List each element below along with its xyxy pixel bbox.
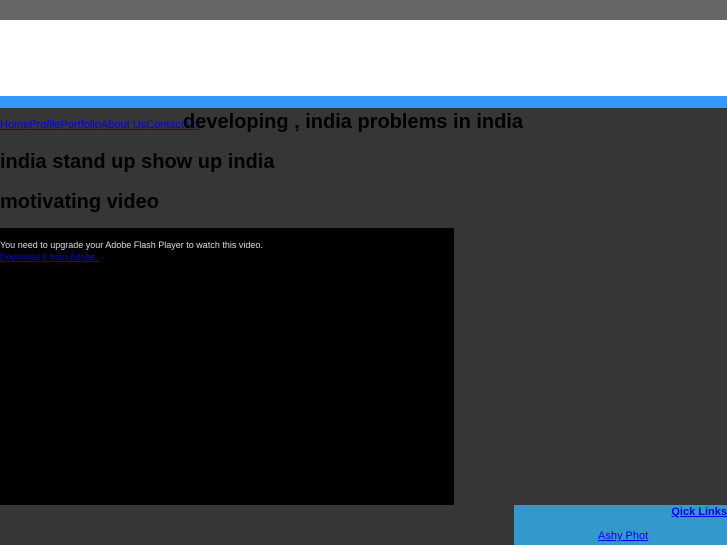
quick-links-title[interactable]: Qick Links — [671, 506, 727, 518]
top-bar — [0, 0, 727, 20]
download-flash-link[interactable]: Download it from Adobe. — [0, 252, 98, 262]
nav-profile[interactable]: Profile — [29, 119, 60, 131]
quick-link-item[interactable]: Ashy Phot — [598, 530, 648, 542]
page-title: developing , india problems in india — [183, 111, 524, 133]
page-subtitle: india stand up show up india — [0, 151, 275, 173]
header-banner — [0, 20, 727, 96]
nav-about-us[interactable]: About Us — [101, 119, 146, 131]
section-heading: motivating video — [0, 191, 159, 213]
main-nav: HomeProfilePortfolioAbout UsContact Us — [0, 119, 201, 131]
flash-video-player[interactable]: You need to upgrade your Adobe Flash Pla… — [0, 228, 454, 505]
nav-portfolio[interactable]: Portfolio — [61, 119, 101, 131]
nav-home[interactable]: Home — [0, 119, 29, 131]
header-stripe — [0, 96, 727, 108]
quick-links-panel: Qick Links Ashy Phot — [514, 505, 727, 545]
flash-upgrade-message: You need to upgrade your Adobe Flash Pla… — [0, 240, 263, 250]
